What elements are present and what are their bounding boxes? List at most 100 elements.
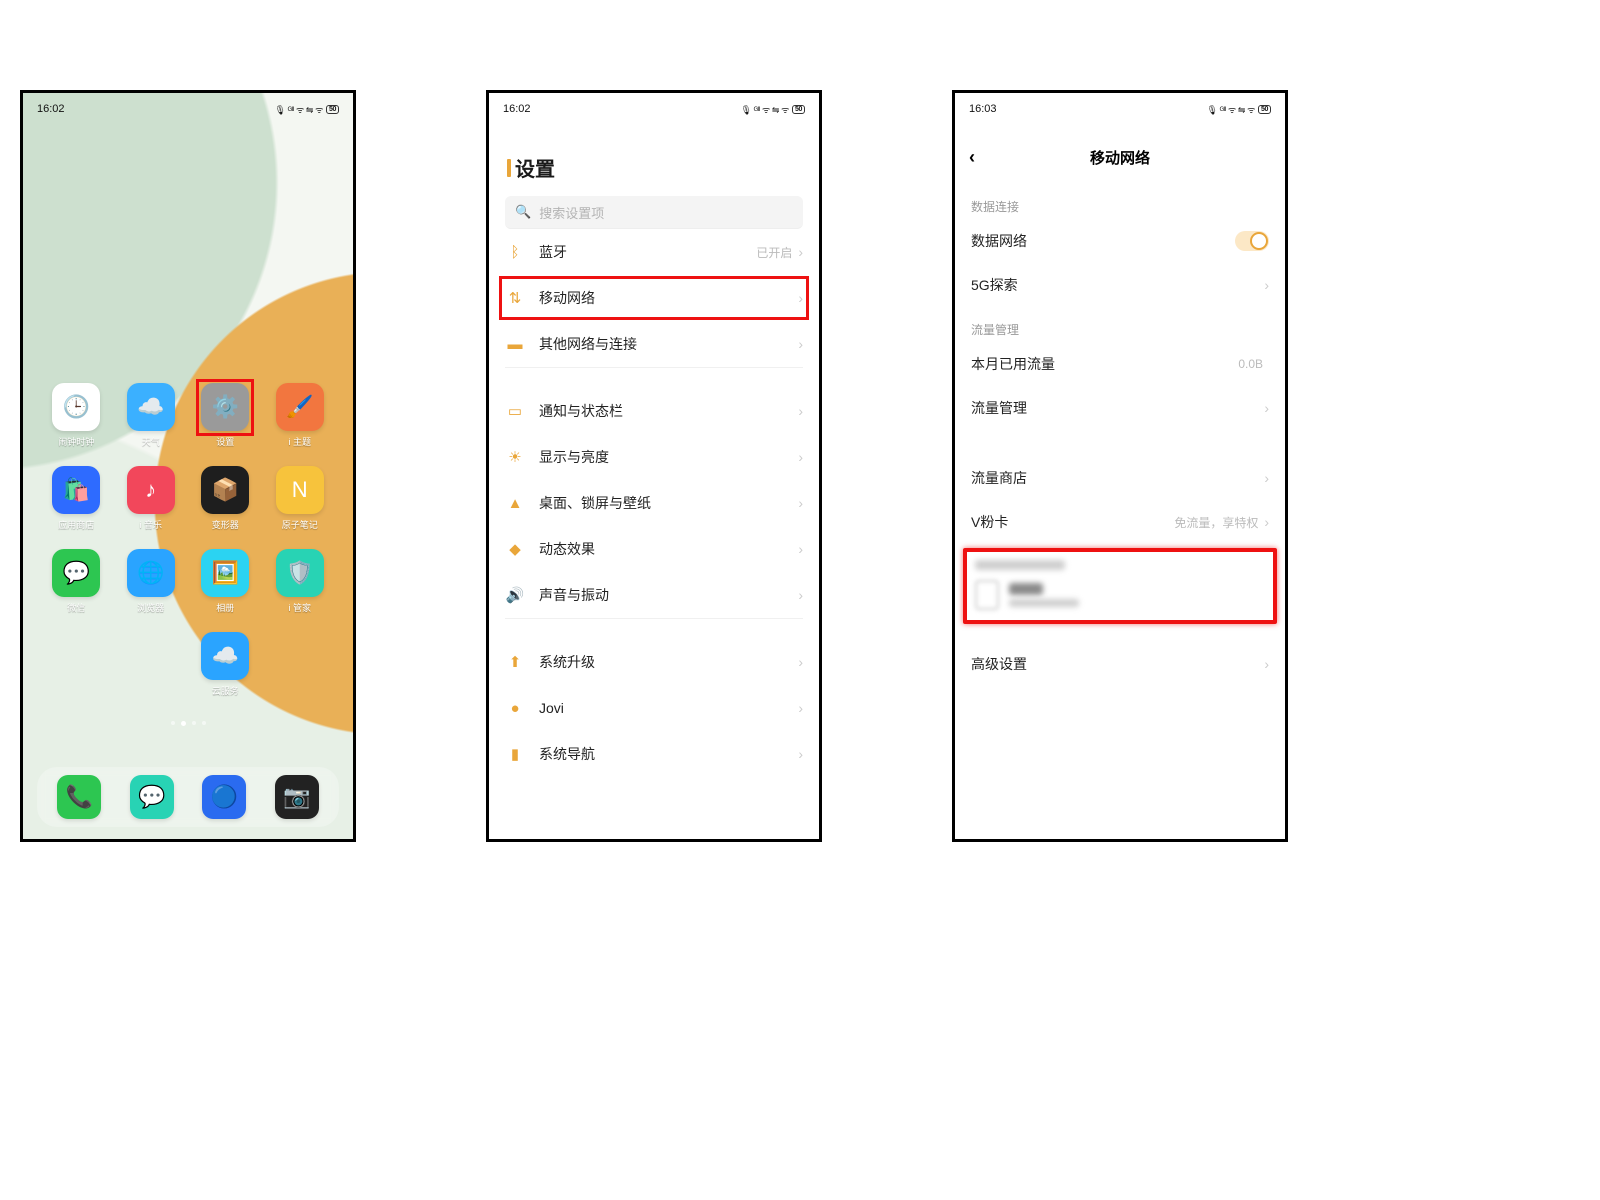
app-label: i 主题 [288, 435, 311, 448]
row-流量管理[interactable]: 流量管理 › [955, 386, 1285, 430]
clock: 16:02 [37, 103, 65, 115]
row-label: 移动网络 [539, 288, 595, 308]
chevron-right-icon: › [798, 587, 803, 603]
dock-browser[interactable]: 🔵 [202, 775, 246, 819]
sim-section-redacted[interactable] [963, 548, 1277, 624]
row-V粉卡[interactable]: V粉卡免流量，享特权› [955, 500, 1285, 544]
row-移动网络[interactable]: ⇅ 移动网络 › [505, 275, 803, 321]
app-相册[interactable]: 🖼️相册 [194, 549, 256, 614]
battery-icon: 50 [326, 105, 339, 114]
app-label: i 管家 [288, 601, 311, 614]
app-浏览器[interactable]: 🌐 浏览器 [120, 549, 182, 614]
row-数据网络[interactable]: 数据网络 [955, 219, 1285, 263]
row-label: 通知与状态栏 [539, 401, 623, 421]
chevron-right-icon: › [798, 746, 803, 762]
page-title: 设置 [489, 123, 819, 196]
row-label: 数据网络 [971, 231, 1027, 251]
dock-phone[interactable]: 📞 [57, 775, 101, 819]
row-label: 显示与亮度 [539, 447, 609, 467]
app-云服务[interactable]: ☁️云服务 [194, 632, 256, 697]
row-桌面、锁屏与壁纸[interactable]: ▲桌面、锁屏与壁纸› [505, 480, 803, 526]
row-其他网络与连接[interactable]: ▬其他网络与连接› [505, 321, 803, 367]
app-设置[interactable]: ⚙️ 设置 [194, 383, 256, 448]
app-原子笔记[interactable]: N原子笔记 [269, 466, 331, 531]
row-icon: ⇅ [505, 288, 525, 308]
chevron-right-icon: › [798, 700, 803, 716]
subpage-header: ‹ 移动网络 [955, 123, 1285, 184]
chevron-right-icon: › [798, 541, 803, 557]
row-value: 免流量，享特权 [1174, 514, 1258, 531]
app-label: 设置 [216, 435, 234, 448]
status-bar: 16:02 🎙 ᴳᴵᴵ ᯤ ⇋ ᯤ 50 [23, 93, 353, 123]
row-label: 高级设置 [971, 654, 1027, 674]
blurred-text [1009, 599, 1079, 607]
section-label: 流量管理 [955, 307, 1285, 342]
row-流量商店[interactable]: 流量商店› [955, 456, 1285, 500]
row-label: 动态效果 [539, 539, 595, 559]
row-蓝牙[interactable]: ᛒ蓝牙已开启› [505, 229, 803, 275]
app-icon: ☁️ [127, 383, 175, 431]
row-Jovi[interactable]: ●Jovi› [505, 685, 803, 731]
status-indicators: 🎙 ᴳᴵᴵ ᯤ ⇋ ᯤ 50 [1207, 103, 1271, 116]
row-advanced-settings[interactable]: 高级设置 › [955, 642, 1285, 686]
status-bar: 16:02 🎙 ᴳᴵᴵ ᯤ ⇋ ᯤ 50 [489, 93, 819, 123]
chevron-right-icon: › [798, 403, 803, 419]
search-icon: 🔍 [515, 204, 531, 220]
chevron-right-icon: › [1264, 400, 1269, 416]
chevron-right-icon: › [798, 654, 803, 670]
row-icon: ▭ [505, 401, 525, 421]
dock: 📞 💬 🔵 📷 [37, 767, 339, 827]
app-label: 天气 [142, 435, 160, 448]
app-label: 微信 [67, 601, 85, 614]
screen-mobile-network: 16:03 🎙 ᴳᴵᴵ ᯤ ⇋ ᯤ 50 ‹ 移动网络 数据连接数据网络5G探索… [952, 90, 1288, 842]
dock-messages[interactable]: 💬 [130, 775, 174, 819]
row-icon: ▲ [505, 493, 525, 513]
row-本月已用流量[interactable]: 本月已用流量 0.0B [955, 342, 1285, 386]
app-icon: 🌐 [127, 549, 175, 597]
row-label: 5G探索 [971, 275, 1018, 295]
row-label: 本月已用流量 [971, 354, 1055, 374]
row-系统升级[interactable]: ⬆系统升级› [505, 639, 803, 685]
battery-icon: 50 [792, 105, 805, 114]
app-icon: 🕒 [52, 383, 100, 431]
app-闹钟时钟[interactable]: 🕒闹钟时钟 [45, 383, 107, 448]
app-label: 浏览器 [137, 601, 164, 614]
row-value: 0.0B [1238, 357, 1263, 371]
row-icon: ● [505, 698, 525, 718]
row-系统导航[interactable]: ▮系统导航› [505, 731, 803, 777]
row-icon: ▮ [505, 744, 525, 764]
search-placeholder: 搜索设置项 [539, 203, 604, 222]
row-label: 系统升级 [539, 652, 595, 672]
app-天气[interactable]: ☁️ 天气 [120, 383, 182, 448]
app-icon: ⚙️ [201, 383, 249, 431]
app-应用商店[interactable]: 🛍️应用商店 [45, 466, 107, 531]
app-变形器[interactable]: 📦变形器 [194, 466, 256, 531]
status-indicators: 🎙 ᴳᴵᴵ ᯤ ⇋ ᯤ 50 [741, 103, 805, 116]
row-label: 流量管理 [971, 398, 1027, 418]
app-微信[interactable]: 💬微信 [45, 549, 107, 614]
row-声音与振动[interactable]: 🔊声音与振动› [505, 572, 803, 618]
row-icon: 🔊 [505, 585, 525, 605]
chevron-right-icon: › [1264, 277, 1269, 293]
row-通知与状态栏[interactable]: ▭ 通知与状态栏 › [505, 388, 803, 434]
chevron-right-icon: › [1264, 514, 1269, 530]
chevron-right-icon: › [1264, 656, 1269, 672]
settings-list: ᛒ蓝牙已开启›⇅移动网络›▬其他网络与连接›▭通知与状态栏›☀显示与亮度›▲桌面… [489, 229, 819, 777]
app-icon: 🛍️ [52, 466, 100, 514]
app-icon: 🛡️ [276, 549, 324, 597]
row-5G探索[interactable]: 5G探索 › [955, 263, 1285, 307]
chevron-right-icon: › [798, 290, 803, 306]
row-label: 桌面、锁屏与壁纸 [539, 493, 651, 513]
row-显示与亮度[interactable]: ☀显示与亮度› [505, 434, 803, 480]
app-i 管家[interactable]: 🛡️ i 管家 [269, 549, 331, 614]
row-动态效果[interactable]: ◆动态效果› [505, 526, 803, 572]
app-icon: 🖼️ [201, 549, 249, 597]
app-i 主题[interactable]: 🖌️i 主题 [269, 383, 331, 448]
status-indicators: 🎙 ᴳᴵᴵ ᯤ ⇋ ᯤ 50 [275, 103, 339, 116]
title-accent [507, 159, 511, 177]
app-i 音乐[interactable]: ♪i 音乐 [120, 466, 182, 531]
chevron-right-icon: › [798, 336, 803, 352]
toggle-switch[interactable] [1235, 231, 1269, 251]
dock-camera[interactable]: 📷 [275, 775, 319, 819]
search-input[interactable]: 🔍 搜索设置项 [505, 196, 803, 229]
